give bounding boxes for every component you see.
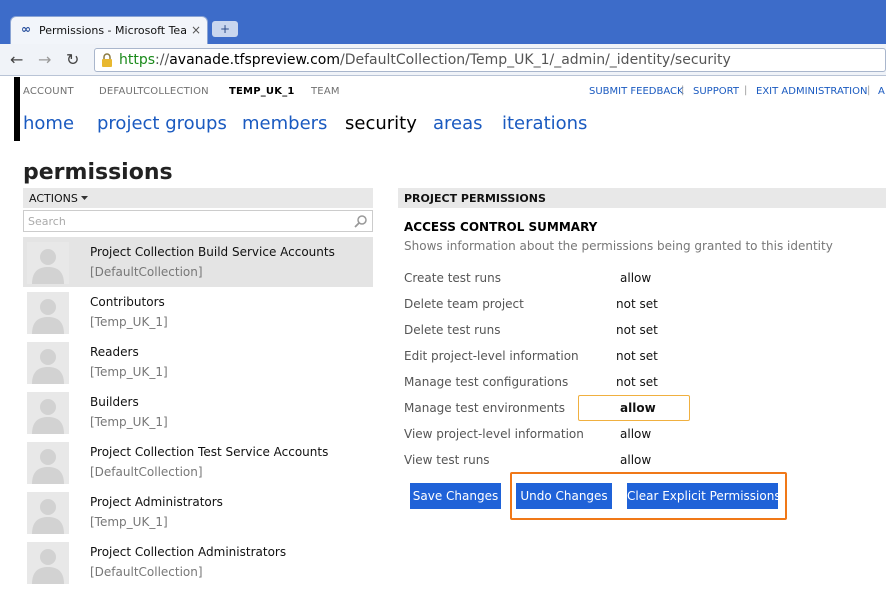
forward-arrow-icon[interactable]: → xyxy=(38,50,51,69)
nav-members[interactable]: members xyxy=(242,113,327,134)
permission-name: Manage test configurations xyxy=(404,375,569,389)
breadcrumb-team[interactable]: TEAM xyxy=(311,86,340,97)
avatar xyxy=(27,242,69,284)
undo-changes-button[interactable]: Undo Changes xyxy=(516,483,612,509)
access-control-summary-title: ACCESS CONTROL SUMMARY xyxy=(404,220,598,234)
close-tab-icon[interactable]: × xyxy=(191,23,201,37)
actions-menu[interactable]: ACTIONS xyxy=(23,188,373,208)
identity-scope: [DefaultCollection] xyxy=(90,265,203,279)
nav-security[interactable]: security xyxy=(345,113,417,134)
permission-value[interactable]: not set xyxy=(616,297,658,311)
identity-name: Project Collection Test Service Accounts xyxy=(90,445,329,459)
lock-icon xyxy=(102,53,112,67)
team-foundation-icon: ∞ xyxy=(21,22,31,36)
permission-value[interactable]: not set xyxy=(616,375,658,389)
browser-tab[interactable]: ∞ Permissions - Microsoft Team F × xyxy=(10,16,208,44)
identity-name: Project Administrators xyxy=(90,495,223,509)
permission-value[interactable]: not set xyxy=(616,349,658,363)
permission-name: Create test runs xyxy=(404,271,501,285)
search-input[interactable]: Search xyxy=(23,210,373,232)
submit-feedback-link[interactable]: SUBMIT FEEDBACK xyxy=(589,86,684,97)
identity-scope: [DefaultCollection] xyxy=(90,465,203,479)
account-link-truncated[interactable]: A xyxy=(878,86,885,97)
access-control-summary-description: Shows information about the permissions … xyxy=(404,239,833,253)
avatar xyxy=(27,392,69,434)
permission-value[interactable]: not set xyxy=(616,323,658,337)
identity-list-item[interactable]: Contributors [Temp_UK_1] xyxy=(23,287,373,337)
breadcrumb-collection[interactable]: DEFAULTCOLLECTION xyxy=(99,86,209,97)
search-icon[interactable] xyxy=(354,214,368,228)
avatar xyxy=(27,492,69,534)
identity-scope: [Temp_UK_1] xyxy=(90,315,168,329)
exit-administration-link[interactable]: EXIT ADMINISTRATION xyxy=(756,86,867,97)
identity-scope: [Temp_UK_1] xyxy=(90,515,168,529)
identity-name: Readers xyxy=(90,345,139,359)
search-placeholder: Search xyxy=(28,215,66,228)
nav-areas[interactable]: areas xyxy=(433,113,483,134)
avatar xyxy=(27,342,69,384)
identity-scope: [Temp_UK_1] xyxy=(90,365,168,379)
link-separator: | xyxy=(681,85,685,96)
nav-project-groups[interactable]: project groups xyxy=(97,113,227,134)
project-permissions-header: PROJECT PERMISSIONS xyxy=(398,188,886,208)
actions-label: ACTIONS xyxy=(29,192,78,205)
support-link[interactable]: SUPPORT xyxy=(693,86,739,97)
permission-name: Delete team project xyxy=(404,297,524,311)
page-title: permissions xyxy=(23,160,173,185)
browser-toolbar: ← → ↻ https://avanade.tfspreview.com/Def… xyxy=(0,44,886,76)
avatar xyxy=(27,292,69,334)
permission-value[interactable]: allow xyxy=(620,427,651,441)
permission-value[interactable]: allow xyxy=(620,401,656,415)
nav-iterations[interactable]: iterations xyxy=(502,113,587,134)
identity-name: Project Collection Build Service Account… xyxy=(90,245,335,259)
permission-name: Manage test environments xyxy=(404,401,566,415)
reload-icon[interactable]: ↻ xyxy=(66,50,79,69)
caret-down-icon xyxy=(81,196,88,200)
identity-name: Contributors xyxy=(90,295,165,309)
avatar xyxy=(27,442,69,484)
permission-name: View test runs xyxy=(404,453,490,467)
permission-name: Delete test runs xyxy=(404,323,501,337)
save-changes-button[interactable]: Save Changes xyxy=(410,483,501,509)
identity-list-item[interactable]: Builders [Temp_UK_1] xyxy=(23,387,373,437)
permission-value[interactable]: allow xyxy=(620,271,651,285)
breadcrumb-account[interactable]: ACCOUNT xyxy=(23,86,74,97)
new-tab-button[interactable]: + xyxy=(212,21,238,37)
identity-scope: [Temp_UK_1] xyxy=(90,415,168,429)
tab-title: Permissions - Microsoft Team F xyxy=(39,24,187,37)
identity-list-item[interactable]: Readers [Temp_UK_1] xyxy=(23,337,373,387)
identity-list-item[interactable]: Project Collection Administrators [Defaul… xyxy=(23,537,373,587)
identity-list-item[interactable]: Project Collection Test Service Accounts… xyxy=(23,437,373,487)
identity-scope: [DefaultCollection] xyxy=(90,565,203,579)
clear-explicit-permissions-button[interactable]: Clear Explicit Permissions xyxy=(627,483,781,509)
identity-name: Builders xyxy=(90,395,139,409)
permission-name: View project-level information xyxy=(404,427,584,441)
breadcrumb-project[interactable]: TEMP_UK_1 xyxy=(229,86,295,97)
header-accent-bar xyxy=(14,77,20,141)
permission-value[interactable]: allow xyxy=(620,453,651,467)
permission-name: Edit project-level information xyxy=(404,349,579,363)
link-separator: | xyxy=(744,85,748,96)
address-bar[interactable]: https://avanade.tfspreview.com/DefaultCo… xyxy=(94,48,886,72)
identity-list-item[interactable]: Project Collection Build Service Account… xyxy=(23,237,373,287)
nav-home[interactable]: home xyxy=(23,113,74,134)
url-text: https://avanade.tfspreview.com/DefaultCo… xyxy=(119,52,731,68)
identity-name: Project Collection Administrators xyxy=(90,545,287,559)
identity-list-item[interactable]: Project Administrators [Temp_UK_1] xyxy=(23,487,373,537)
project-permissions-title: PROJECT PERMISSIONS xyxy=(404,192,546,205)
browser-tabstrip: ∞ Permissions - Microsoft Team F × + xyxy=(0,0,886,44)
avatar xyxy=(27,542,69,584)
link-separator: | xyxy=(867,85,871,96)
back-arrow-icon[interactable]: ← xyxy=(10,50,23,69)
